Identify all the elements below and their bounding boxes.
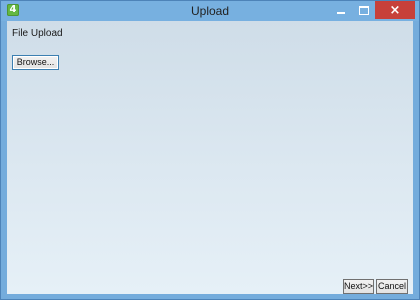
next-button[interactable]: Next>> bbox=[343, 279, 374, 294]
browse-button[interactable]: Browse... bbox=[12, 55, 59, 70]
minimize-button[interactable] bbox=[329, 1, 352, 19]
close-icon: × bbox=[389, 2, 401, 18]
section-title: File Upload bbox=[12, 28, 63, 39]
upload-window: 4 Upload × File Upload Browse... Next>> … bbox=[0, 0, 420, 300]
dialog-content: File Upload Browse... Next>> Cancel bbox=[7, 21, 413, 294]
title-bar[interactable]: 4 Upload × bbox=[1, 1, 419, 21]
maximize-button[interactable] bbox=[352, 1, 375, 19]
minimize-icon bbox=[336, 11, 345, 14]
window-controls: × bbox=[329, 1, 415, 21]
maximize-icon bbox=[358, 5, 369, 15]
cancel-button[interactable]: Cancel bbox=[376, 279, 408, 294]
close-button[interactable]: × bbox=[375, 1, 415, 19]
